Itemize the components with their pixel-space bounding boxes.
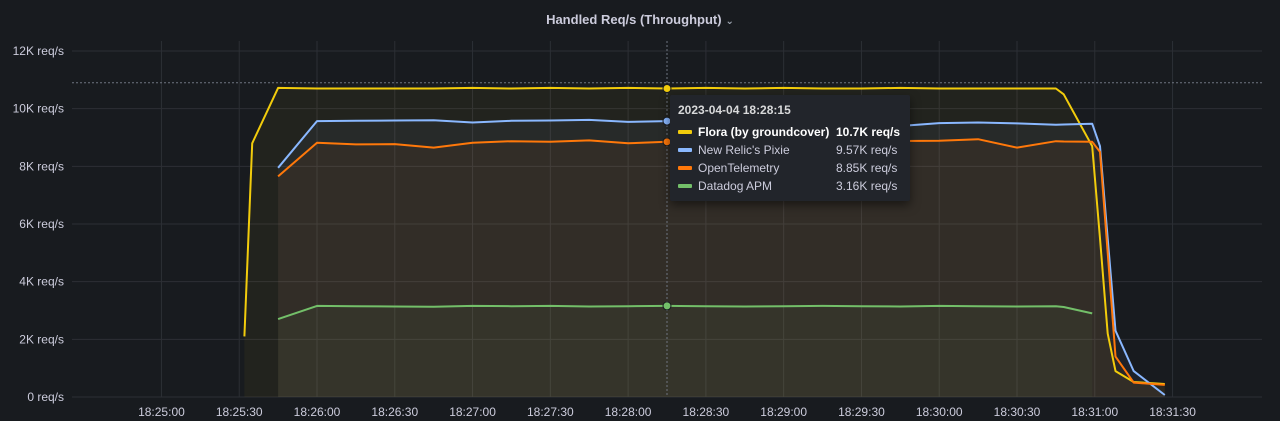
- y-tick-label: 0 req/s: [27, 390, 64, 404]
- y-tick-label: 12K req/s: [13, 44, 64, 58]
- x-tick-label: 18:29:30: [838, 405, 885, 419]
- chart-panel: 0 req/s 2K req/s 4K req/s 6K req/s 8K req/s 1…: [0, 0, 1280, 421]
- tooltip-series-value: 9.57K req/s: [836, 143, 898, 157]
- chart-canvas[interactable]: 0 req/s 2K req/s 4K req/s 6K req/s 8K req/s 1…: [0, 0, 1280, 421]
- x-tick-label: 18:31:00: [1071, 405, 1118, 419]
- legend-swatch: [678, 130, 692, 134]
- tooltip-row: Flora (by groundcover) 10.7K req/s: [678, 123, 902, 141]
- tooltip-series-value: 8.85K req/s: [836, 161, 898, 175]
- x-tick-label: 18:27:00: [449, 405, 496, 419]
- x-tick-label: 18:25:00: [138, 405, 185, 419]
- x-tick-label: 18:26:00: [294, 405, 341, 419]
- x-tick-label: 18:31:30: [1149, 405, 1196, 419]
- y-tick-label: 6K req/s: [19, 217, 64, 231]
- x-tick-label: 18:27:30: [527, 405, 574, 419]
- x-tick-label: 18:26:30: [371, 405, 418, 419]
- tooltip-row: OpenTelemetry 8.85K req/s: [678, 159, 902, 177]
- tooltip-series-name: Datadog APM: [698, 179, 773, 193]
- x-tick-label: 18:28:30: [683, 405, 730, 419]
- tooltip-time: 2023-04-04 18:28:15: [678, 103, 791, 117]
- tooltip-series-name: OpenTelemetry: [698, 161, 780, 175]
- panel-title-text: Handled Req/s (Throughput): [546, 12, 722, 27]
- legend-swatch: [678, 166, 692, 170]
- series-area: [278, 305, 1093, 397]
- crosshair-point: [662, 83, 672, 93]
- y-tick-label: 8K req/s: [19, 159, 64, 173]
- x-tick-label: 18:30:00: [916, 405, 963, 419]
- x-tick-label: 18:25:30: [216, 405, 263, 419]
- legend-swatch: [678, 184, 692, 188]
- x-tick-label: 18:29:00: [760, 405, 807, 419]
- tooltip-row: New Relic's Pixie 9.57K req/s: [678, 141, 902, 159]
- x-tick-label: 18:28:00: [605, 405, 652, 419]
- x-tick-label: 18:30:30: [994, 405, 1041, 419]
- tooltip-rows: Flora (by groundcover) 10.7K req/s New Rel…: [678, 123, 902, 195]
- panel-title[interactable]: Handled Req/s (Throughput) ⌄: [0, 12, 1280, 27]
- crosshair-point: [662, 301, 672, 311]
- hover-tooltip: 2023-04-04 18:28:15 Flora (by groundcove…: [670, 95, 910, 201]
- tooltip-series-name: Flora (by groundcover): [698, 125, 830, 139]
- tooltip-series-value: 3.16K req/s: [836, 179, 898, 193]
- chevron-down-icon[interactable]: ⌄: [726, 16, 734, 27]
- legend-swatch: [678, 148, 692, 152]
- tooltip-row: Datadog APM 3.16K req/s: [678, 177, 902, 195]
- tooltip-series-value: 10.7K req/s: [836, 125, 901, 139]
- y-tick-label: 4K req/s: [19, 275, 64, 289]
- y-tick-label: 2K req/s: [19, 332, 64, 346]
- tooltip-series-name: New Relic's Pixie: [698, 143, 790, 157]
- y-tick-label: 10K req/s: [13, 102, 64, 116]
